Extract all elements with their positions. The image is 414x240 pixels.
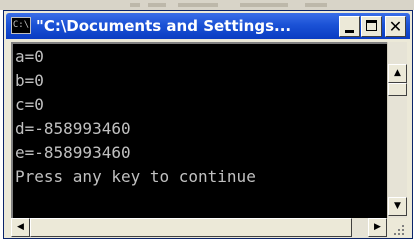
arrow-up-icon: ▲ [394, 68, 401, 78]
arrow-down-icon: ▼ [394, 201, 401, 211]
grip-dot [402, 233, 404, 235]
scroll-down-button[interactable]: ▼ [388, 197, 407, 216]
close-icon: ✕ [388, 17, 403, 36]
vertical-scrollbar[interactable]: ▲ ▼ [387, 42, 407, 218]
vertical-scroll-thumb[interactable] [388, 83, 407, 96]
background-glyph [130, 3, 140, 7]
background-glyph [148, 3, 166, 7]
background-glyph [178, 3, 218, 7]
maximize-button[interactable] [361, 16, 382, 37]
horizontal-scroll-thumb[interactable] [30, 218, 352, 237]
title-bar[interactable]: C:\ "C:\Documents and Settings... ✕ [6, 13, 410, 39]
background-glyph [240, 3, 288, 7]
size-grip[interactable] [387, 218, 407, 238]
scroll-right-button[interactable]: ▶ [368, 218, 387, 237]
console-line: Press any key to continue [15, 167, 256, 186]
arrow-left-icon: ◀ [17, 222, 24, 232]
grip-dot [398, 229, 400, 231]
minimize-icon [345, 30, 354, 33]
console-line: a=0 [15, 47, 44, 66]
grip-dot [394, 233, 396, 235]
console-line: e=-858993460 [15, 143, 131, 162]
scroll-left-button[interactable]: ◀ [11, 218, 30, 237]
arrow-right-icon: ▶ [374, 222, 381, 232]
console-output[interactable]: a=0 b=0 c=0 d=-858993460 e=-858993460 Pr… [11, 42, 387, 218]
console-window: C:\ "C:\Documents and Settings... ✕ a=0 … [3, 10, 413, 239]
background-glyph [305, 3, 327, 7]
console-line: b=0 [15, 71, 44, 90]
grip-dot [402, 225, 404, 227]
window-title: "C:\Documents and Settings... [36, 17, 292, 35]
background-window-edge [0, 0, 414, 10]
console-line: c=0 [15, 95, 44, 114]
grip-dot [402, 229, 404, 231]
console-line: d=-858993460 [15, 119, 131, 138]
horizontal-scrollbar[interactable]: ◀ ▶ [11, 218, 387, 238]
console-icon[interactable]: C:\ [11, 17, 31, 34]
close-button[interactable]: ✕ [385, 16, 406, 37]
grip-dot [398, 233, 400, 235]
scroll-up-button[interactable]: ▲ [388, 64, 407, 83]
minimize-button[interactable] [339, 16, 360, 37]
maximize-icon [366, 20, 377, 31]
